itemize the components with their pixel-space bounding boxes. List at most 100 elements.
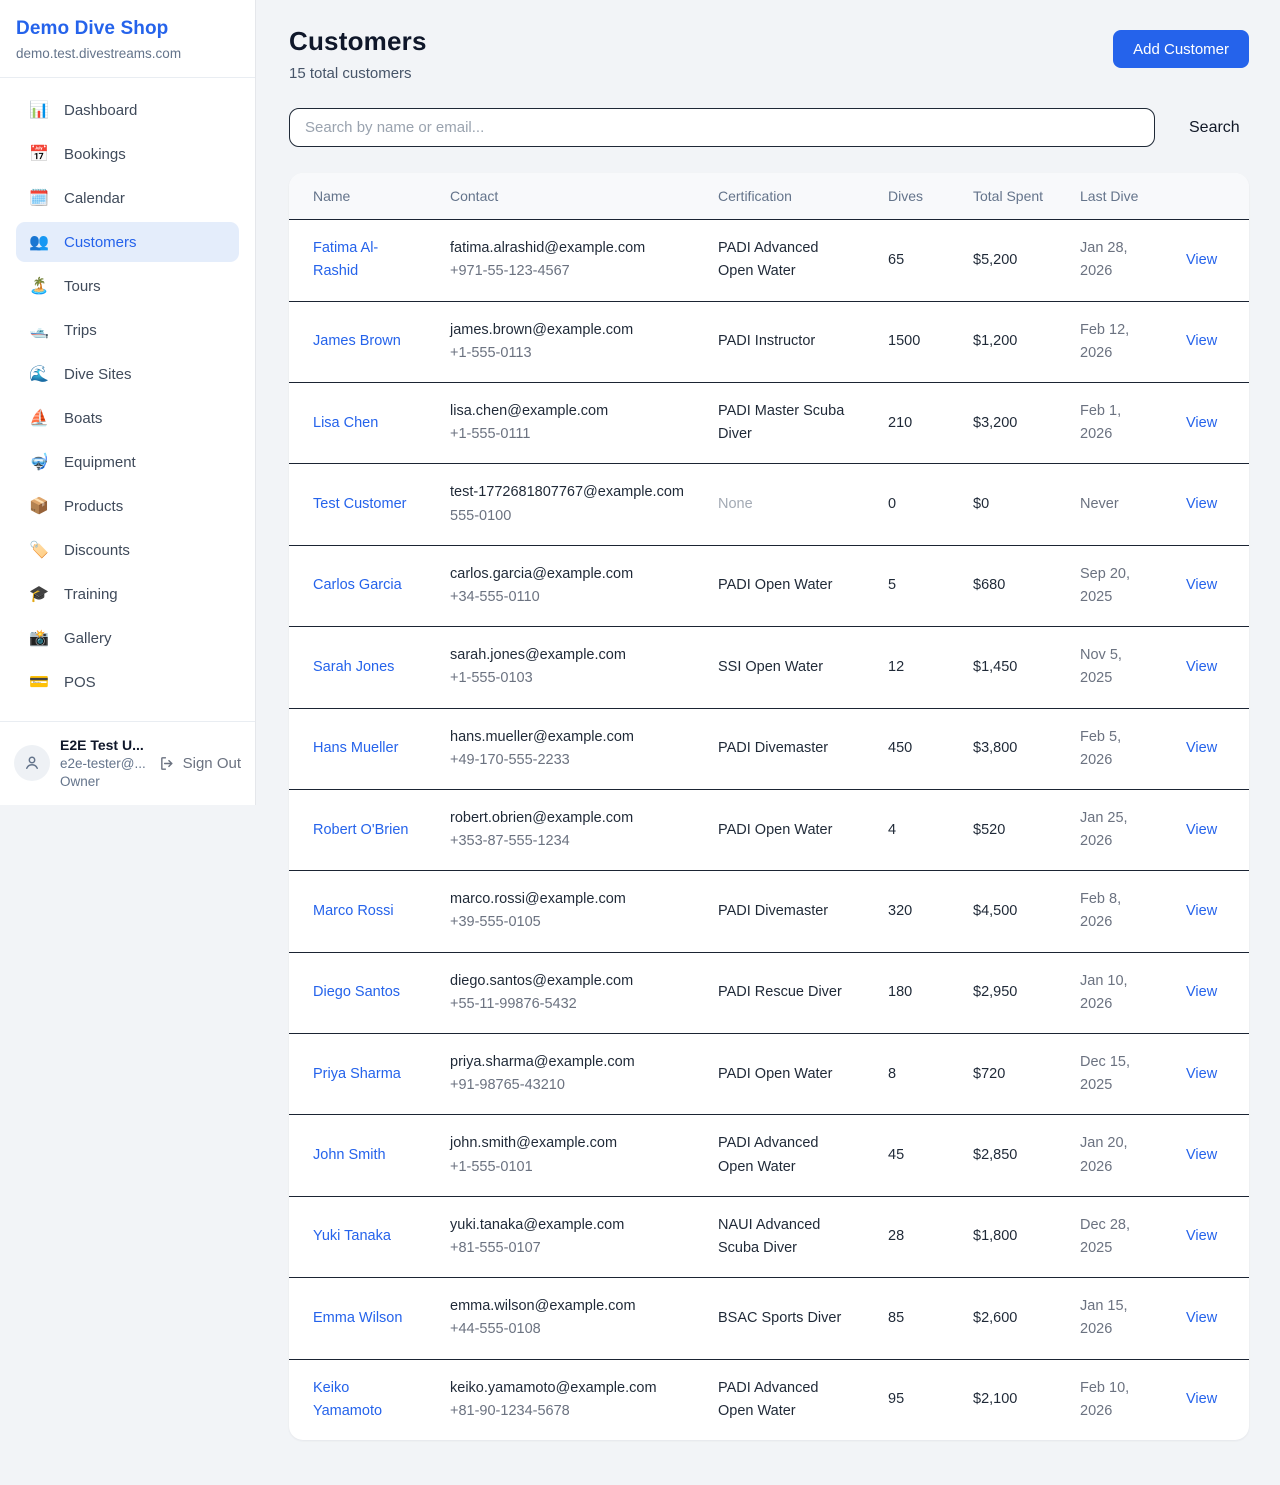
customer-last-dive: Jan 28, 2026: [1080, 240, 1128, 279]
customer-dives: 85: [888, 1310, 904, 1326]
customer-dives: 320: [888, 903, 912, 919]
customer-total-spent: $2,100: [973, 1391, 1017, 1407]
customer-name-link[interactable]: Emma Wilson: [313, 1310, 402, 1326]
customer-dives: 28: [888, 1228, 904, 1244]
table-row: John Smith john.smith@example.com +1-555…: [289, 1115, 1249, 1196]
sidebar-item-pos[interactable]: 💳 POS: [16, 662, 239, 702]
view-link[interactable]: View: [1186, 1147, 1217, 1163]
view-link[interactable]: View: [1186, 1066, 1217, 1082]
customer-certification: PADI Rescue Diver: [718, 984, 842, 1000]
search-input[interactable]: [289, 108, 1155, 147]
customer-total-spent: $2,950: [973, 984, 1017, 1000]
sign-out-button[interactable]: Sign Out: [159, 755, 241, 772]
table-row: Marco Rossi marco.rossi@example.com +39-…: [289, 871, 1249, 952]
sidebar-item-tours[interactable]: 🏝️ Tours: [16, 266, 239, 306]
customer-name-link[interactable]: Priya Sharma: [313, 1066, 401, 1082]
customer-name-link[interactable]: James Brown: [313, 333, 401, 349]
view-link[interactable]: View: [1186, 1310, 1217, 1326]
customer-email: yuki.tanaka@example.com: [450, 1214, 686, 1237]
sidebar-item-discounts[interactable]: 🏷️Discounts: [16, 530, 239, 570]
customer-total-spent: $0: [973, 496, 989, 512]
customer-dives: 450: [888, 740, 912, 756]
dashboard-icon: 📊: [28, 100, 50, 120]
shop-domain: demo.test.divestreams.com: [16, 46, 239, 61]
sidebar-item-label: POS: [64, 674, 96, 691]
view-link[interactable]: View: [1186, 1228, 1217, 1244]
sidebar-item-calendar[interactable]: 🗓️Calendar: [16, 178, 239, 218]
page-title: Customers: [289, 26, 427, 57]
customer-email: john.smith@example.com: [450, 1132, 686, 1155]
table-header-row: NameContactCertificationDivesTotal Spent…: [289, 173, 1249, 220]
customer-certification: PADI Instructor: [718, 333, 815, 349]
view-link[interactable]: View: [1186, 984, 1217, 1000]
pos-icon: 💳: [28, 672, 50, 692]
customer-last-dive: Feb 8, 2026: [1080, 891, 1121, 930]
customer-name-link[interactable]: Diego Santos: [313, 984, 400, 1000]
customer-name-link[interactable]: John Smith: [313, 1147, 386, 1163]
view-link[interactable]: View: [1186, 822, 1217, 838]
customer-certification: PADI Advanced Open Water: [718, 1135, 819, 1174]
customer-total-spent: $520: [973, 822, 1005, 838]
customer-email: emma.wilson@example.com: [450, 1295, 686, 1318]
customer-total-spent: $1,800: [973, 1228, 1017, 1244]
customer-name-link[interactable]: Robert O'Brien: [313, 822, 408, 838]
view-link[interactable]: View: [1186, 577, 1217, 593]
customer-name-link[interactable]: Lisa Chen: [313, 415, 378, 431]
view-link[interactable]: View: [1186, 333, 1217, 349]
customer-name-link[interactable]: Marco Rossi: [313, 903, 394, 919]
dive-sites-icon: 🌊: [28, 364, 50, 384]
customer-email: priya.sharma@example.com: [450, 1051, 686, 1074]
customer-total-spent: $1,200: [973, 333, 1017, 349]
view-link[interactable]: View: [1186, 496, 1217, 512]
table-row: Hans Mueller hans.mueller@example.com +4…: [289, 708, 1249, 789]
customer-name-link[interactable]: Yuki Tanaka: [313, 1228, 391, 1244]
customer-dives: 45: [888, 1147, 904, 1163]
customer-name-link[interactable]: Keiko Yamamoto: [313, 1380, 382, 1419]
sidebar-item-training[interactable]: 🎓Training: [16, 574, 239, 614]
search-bar: Search: [289, 108, 1249, 147]
customer-phone: 555-0100: [450, 505, 686, 528]
customer-last-dive: Jan 10, 2026: [1080, 973, 1128, 1012]
column-header: Contact: [434, 173, 702, 220]
customer-name-link[interactable]: Hans Mueller: [313, 740, 398, 756]
view-link[interactable]: View: [1186, 740, 1217, 756]
customer-name-link[interactable]: Test Customer: [313, 496, 406, 512]
tours-icon: 🏝️: [28, 276, 50, 296]
sidebar-item-dashboard[interactable]: 📊Dashboard: [16, 90, 239, 130]
view-link[interactable]: View: [1186, 415, 1217, 431]
training-icon: 🎓: [28, 584, 50, 604]
customer-last-dive: Feb 12, 2026: [1080, 322, 1129, 361]
sidebar-item-label: Customers: [64, 234, 137, 251]
customer-certification: PADI Open Water: [718, 822, 832, 838]
sidebar-item-bookings[interactable]: 📅Bookings: [16, 134, 239, 174]
view-link[interactable]: View: [1186, 1391, 1217, 1407]
sidebar-item-trips[interactable]: 🛥️Trips: [16, 310, 239, 350]
sidebar: Demo Dive Shop demo.test.divestreams.com…: [0, 0, 256, 805]
customer-dives: 5: [888, 577, 896, 593]
view-link[interactable]: View: [1186, 659, 1217, 675]
table-row: Fatima Al-Rashid fatima.alrashid@example…: [289, 220, 1249, 301]
sidebar-item-products[interactable]: 📦Products: [16, 486, 239, 526]
customer-dives: 4: [888, 822, 896, 838]
customer-phone: +81-555-0107: [450, 1237, 686, 1260]
column-header: Dives: [872, 173, 957, 220]
sidebar-item-customers[interactable]: 👥Customers: [16, 222, 239, 262]
add-customer-button[interactable]: Add Customer: [1113, 30, 1249, 68]
sidebar-item-label: Boats: [64, 410, 102, 427]
sidebar-item-boats[interactable]: ⛵Boats: [16, 398, 239, 438]
search-button[interactable]: Search: [1189, 119, 1240, 137]
sidebar-item-dive-sites[interactable]: 🌊Dive Sites: [16, 354, 239, 394]
customer-name-link[interactable]: Sarah Jones: [313, 659, 394, 675]
view-link[interactable]: View: [1186, 252, 1217, 268]
sidebar-item-label: Tours: [64, 278, 101, 295]
bookings-icon: 📅: [28, 144, 50, 164]
sidebar-item-gallery[interactable]: 📸Gallery: [16, 618, 239, 658]
customer-name-link[interactable]: Carlos Garcia: [313, 577, 402, 593]
customer-name-link[interactable]: Fatima Al-Rashid: [313, 240, 378, 279]
table-row: Emma Wilson emma.wilson@example.com +44-…: [289, 1278, 1249, 1359]
view-link[interactable]: View: [1186, 903, 1217, 919]
sidebar-item-label: Calendar: [64, 190, 125, 207]
sidebar-item-equipment[interactable]: 🤿Equipment: [16, 442, 239, 482]
customer-total-spent: $5,200: [973, 252, 1017, 268]
customer-dives: 12: [888, 659, 904, 675]
